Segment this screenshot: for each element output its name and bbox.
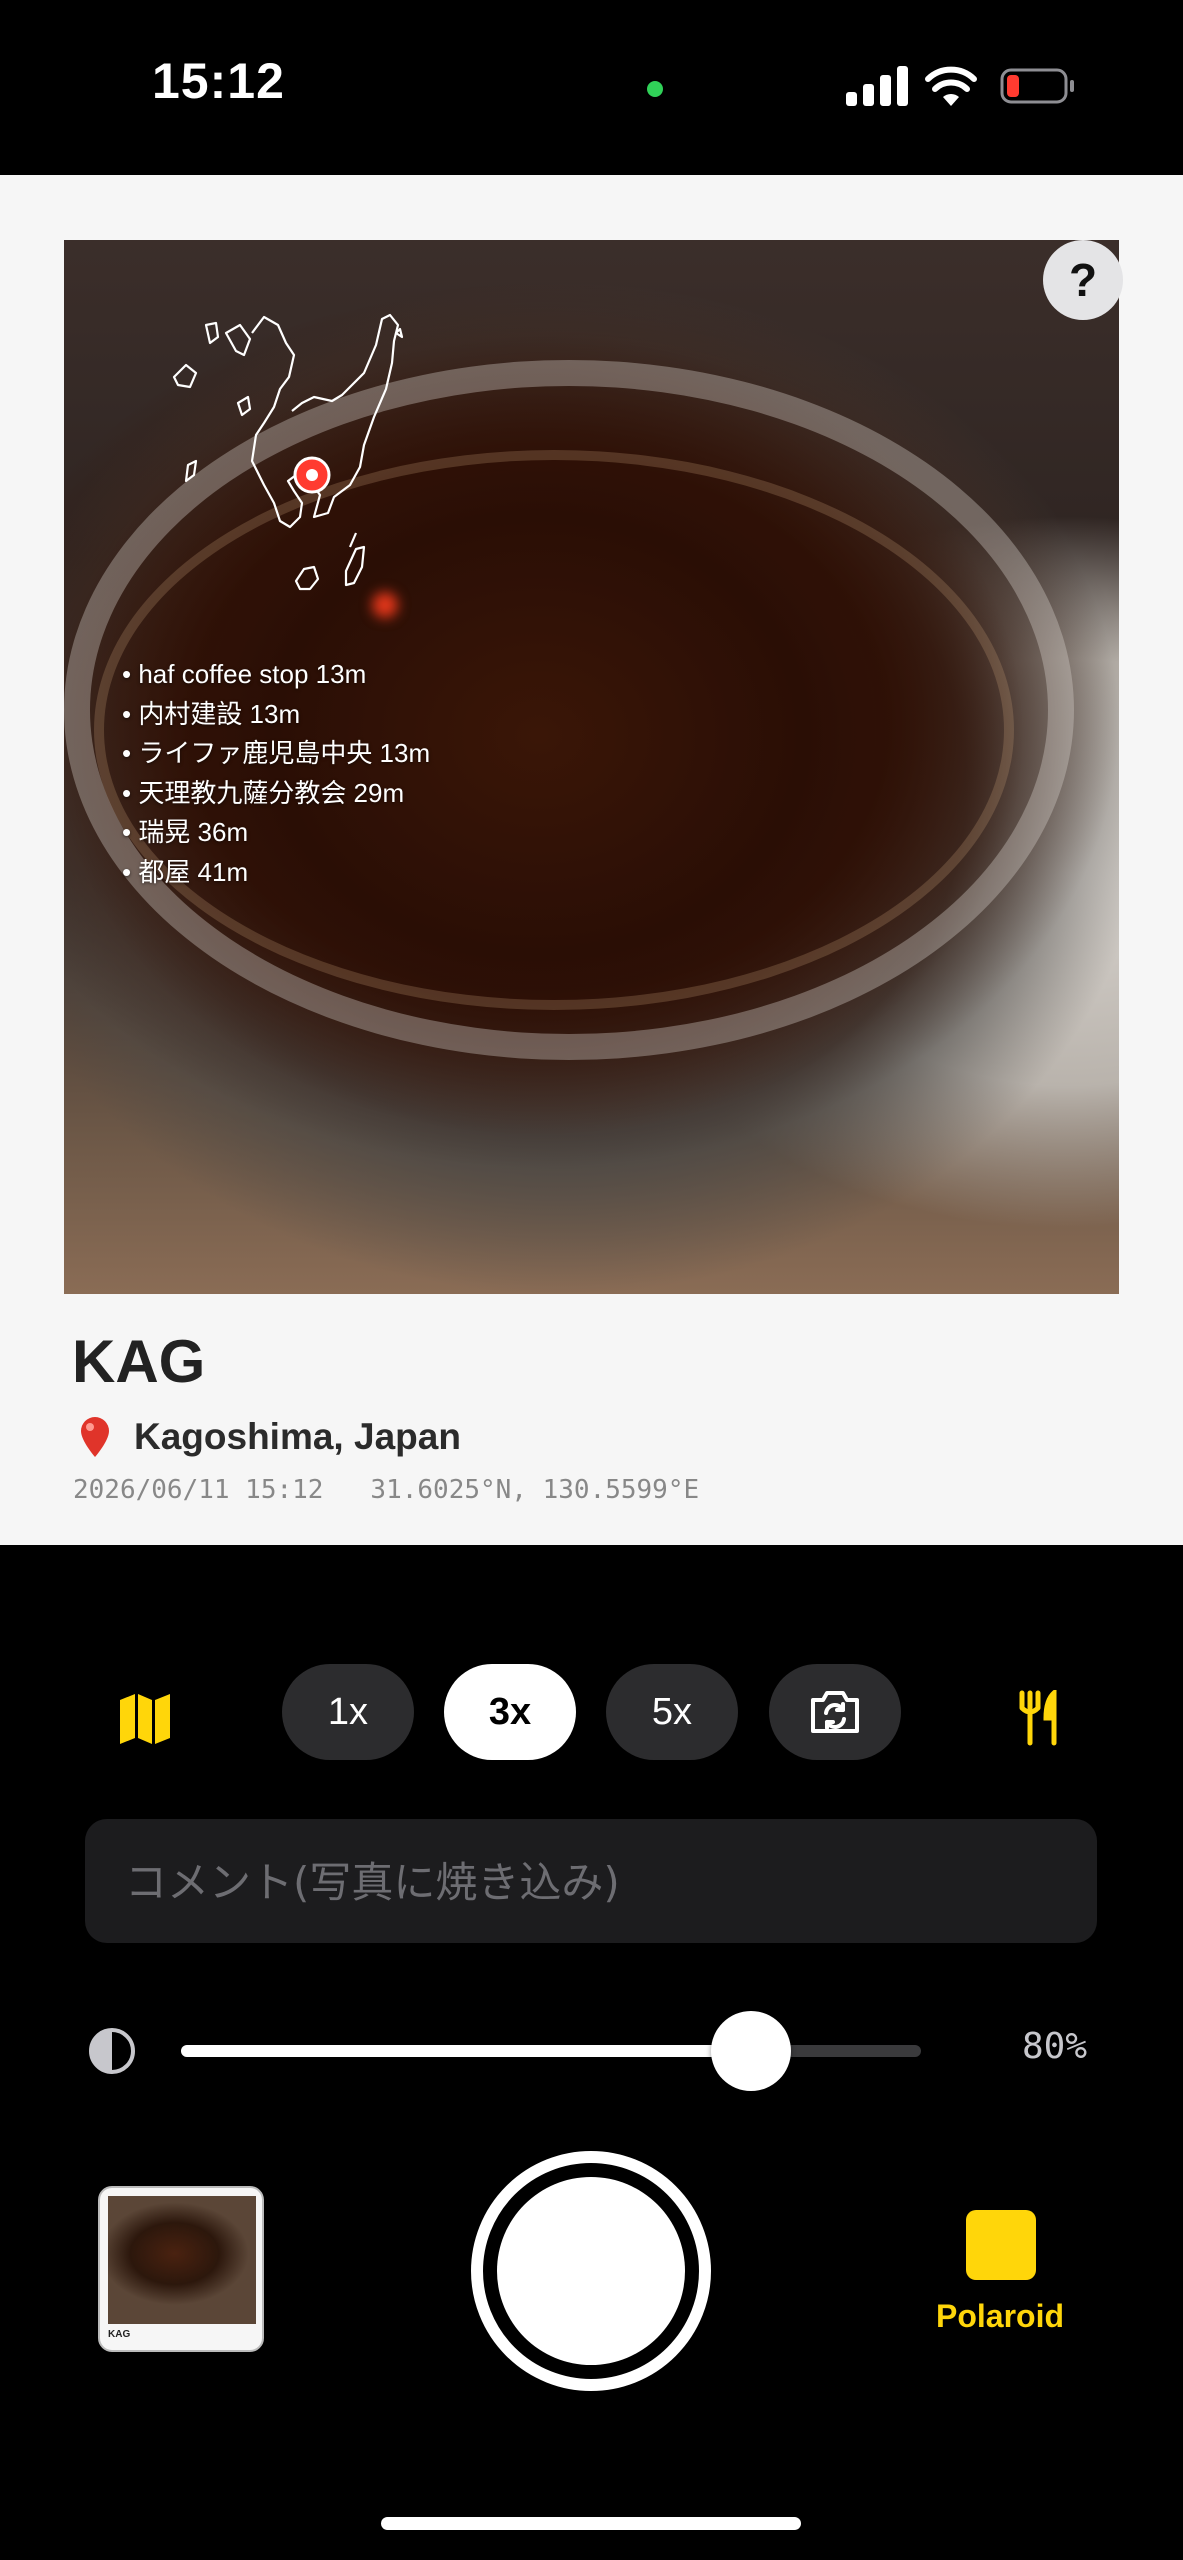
location-name: Kagoshima, Japan [134, 1416, 461, 1457]
contrast-slider-thumb[interactable] [711, 2011, 791, 2091]
contrast-icon [89, 2028, 135, 2074]
status-bar: 15:12 [0, 0, 1183, 175]
last-photo-thumbnail[interactable]: KAG [98, 2186, 264, 2352]
battery-icon [1000, 68, 1074, 104]
contrast-slider-fill [181, 2045, 751, 2057]
current-location-marker [293, 456, 331, 494]
polaroid-mode-icon [966, 2210, 1036, 2280]
nearby-place: 天理教九薩分教会 29m [122, 774, 430, 814]
status-time: 15:12 [152, 53, 285, 109]
location-pin-icon [81, 1417, 109, 1457]
zoom-3x-button[interactable]: 3x [444, 1664, 576, 1760]
comment-field[interactable] [85, 1819, 1097, 1945]
home-indicator[interactable] [381, 2517, 801, 2530]
shutter-button-inner [497, 2177, 685, 2365]
camera-preview-photo[interactable]: haf coffee stop 13m 内村建設 13m ライファ鹿児島中央 1… [64, 240, 1119, 1294]
zoom-5x-button[interactable]: 5x [606, 1664, 738, 1760]
contrast-value: 80% [1022, 2026, 1088, 2067]
comment-input[interactable] [123, 1819, 1067, 1945]
thumbnail-caption: KAG [108, 2329, 131, 2340]
nearby-place: ライファ鹿児島中央 13m [122, 734, 430, 774]
polaroid-location: Kagoshima, Japan [78, 1415, 461, 1459]
nearby-places-list: haf coffee stop 13m 内村建設 13m ライファ鹿児島中央 1… [122, 655, 430, 892]
polaroid-datetime: 2026/06/11 15:12 [73, 1475, 324, 1505]
map-icon[interactable] [117, 1690, 173, 1746]
nearby-place: 内村建設 13m [122, 695, 430, 735]
nearby-place: 瑞晃 36m [122, 813, 430, 853]
shutter-button[interactable] [471, 2151, 711, 2391]
polaroid-mode-button[interactable]: Polaroid [930, 2210, 1070, 2340]
help-button[interactable]: ? [1043, 240, 1123, 320]
polaroid-meta: 2026/06/11 15:12 31.6025°N, 130.5599°E [73, 1475, 699, 1505]
zoom-1x-button[interactable]: 1x [282, 1664, 414, 1760]
camera-flip-button[interactable] [769, 1664, 901, 1760]
contrast-slider-track[interactable] [181, 2045, 921, 2057]
polaroid-title: KAG [72, 1328, 206, 1395]
polaroid-coordinates: 31.6025°N, 130.5599°E [370, 1475, 700, 1505]
thumbnail-image [108, 2196, 256, 2324]
camera-indicator-dot [647, 81, 663, 97]
fork-knife-icon[interactable] [1010, 1690, 1066, 1746]
wifi-icon [925, 66, 977, 106]
polaroid-mode-label: Polaroid [935, 2298, 1064, 2334]
camera-flip-icon [811, 1691, 859, 1733]
nearby-place: 都屋 41m [122, 853, 430, 893]
nearby-place: haf coffee stop 13m [122, 655, 430, 695]
cellular-signal-icon [846, 66, 908, 106]
